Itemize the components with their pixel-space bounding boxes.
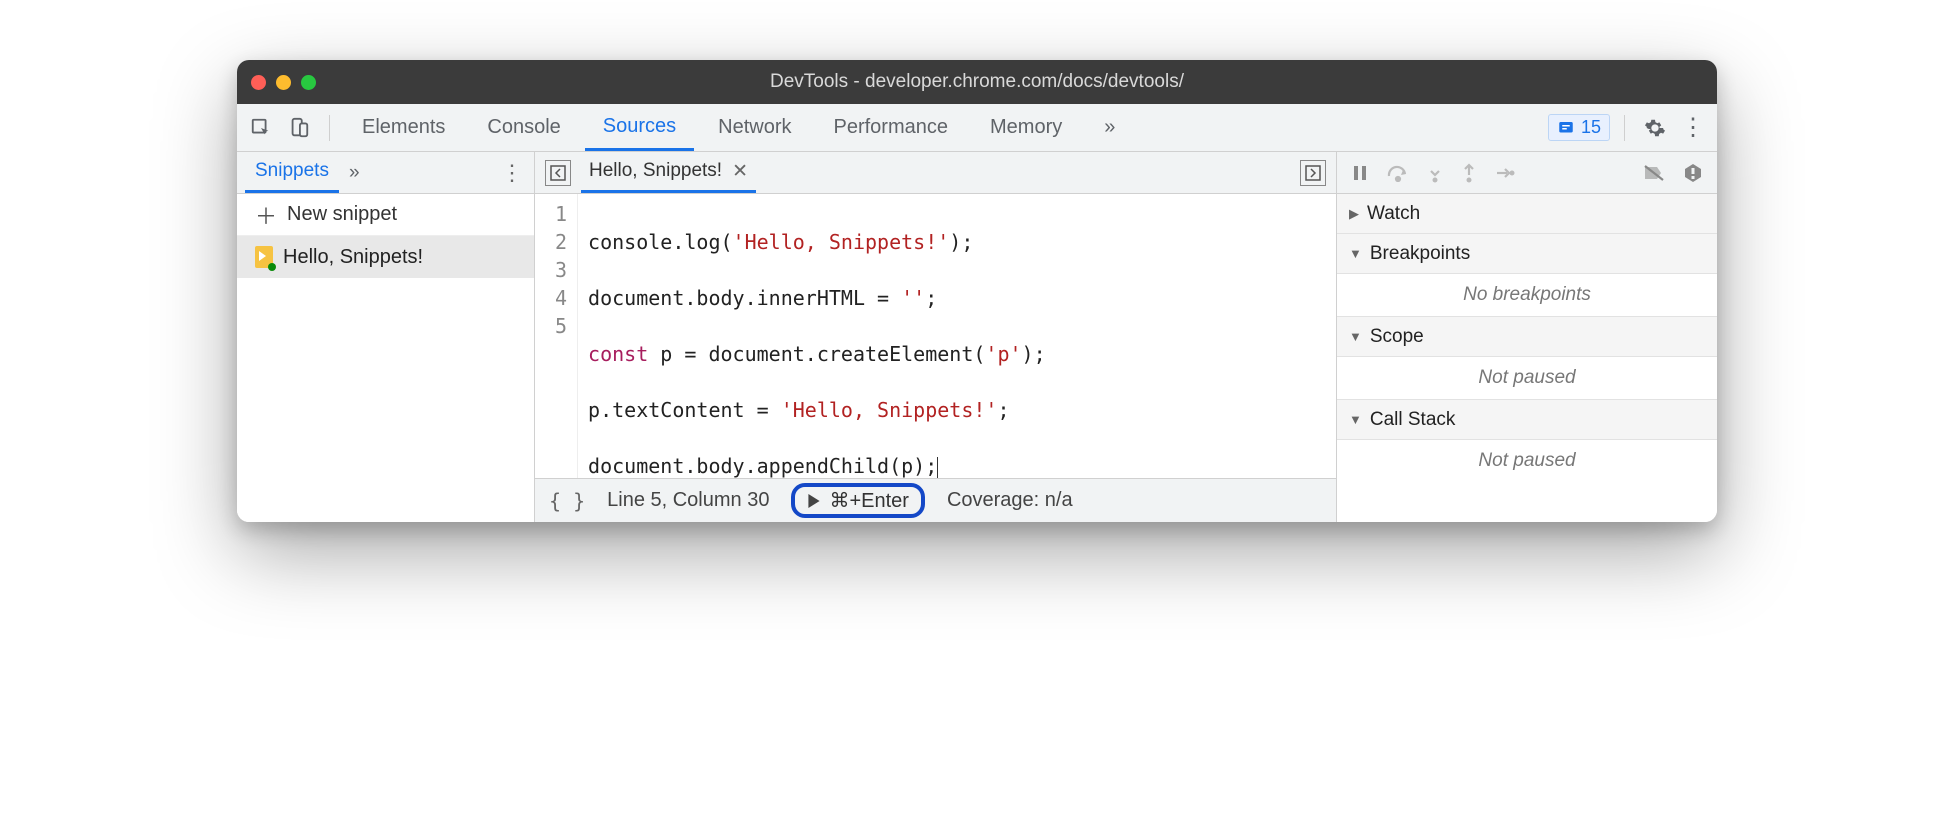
- editor-tabbar: Hello, Snippets! ✕: [535, 152, 1336, 194]
- hide-navigator-icon[interactable]: [545, 160, 571, 186]
- sources-navigator: Snippets » ⋮ ＋ New snippet Hello, Snippe…: [237, 152, 535, 522]
- debugger-toolbar: [1337, 152, 1717, 194]
- code-content[interactable]: console.log('Hello, Snippets!'); documen…: [578, 194, 1056, 478]
- run-snippet-button[interactable]: ⌘+Enter: [791, 483, 924, 518]
- file-tab-label: Hello, Snippets!: [589, 160, 722, 182]
- new-snippet-button[interactable]: ＋ New snippet: [237, 194, 534, 236]
- devtools-body: Snippets » ⋮ ＋ New snippet Hello, Snippe…: [237, 152, 1717, 522]
- pause-on-exceptions-icon[interactable]: [1683, 163, 1703, 183]
- disclosure-triangle-icon: ▶: [1349, 206, 1359, 222]
- tab-performance[interactable]: Performance: [816, 104, 967, 151]
- cursor-position: Line 5, Column 30: [607, 489, 769, 512]
- devtools-window: DevTools - developer.chrome.com/docs/dev…: [237, 60, 1717, 522]
- navigator-overflow-icon[interactable]: »: [339, 152, 370, 193]
- close-window-icon[interactable]: [251, 75, 266, 90]
- file-tab-hello-snippets[interactable]: Hello, Snippets! ✕: [581, 152, 756, 193]
- disclosure-triangle-icon: ▼: [1349, 246, 1362, 261]
- scope-section-title: Scope: [1370, 326, 1424, 348]
- deactivate-breakpoints-icon[interactable]: [1643, 164, 1665, 182]
- disclosure-triangle-icon: ▼: [1349, 329, 1362, 344]
- callstack-section-body: Not paused: [1337, 440, 1717, 482]
- pretty-print-icon[interactable]: { }: [549, 489, 585, 513]
- plus-icon: ＋: [255, 199, 277, 231]
- snippet-item-label: Hello, Snippets!: [283, 246, 423, 269]
- editor-pane: Hello, Snippets! ✕ 1 2 3 4 5 console.log…: [535, 152, 1337, 522]
- issues-badge[interactable]: 15: [1548, 114, 1610, 141]
- line-number: 3: [555, 256, 567, 284]
- line-number: 1: [555, 200, 567, 228]
- step-out-icon[interactable]: [1461, 163, 1477, 183]
- fullscreen-window-icon[interactable]: [301, 75, 316, 90]
- show-debugger-icon[interactable]: [1300, 160, 1326, 186]
- snippets-tab[interactable]: Snippets: [245, 152, 339, 193]
- line-number: 4: [555, 284, 567, 312]
- coverage-status: Coverage: n/a: [947, 489, 1073, 512]
- navigator-menu-icon[interactable]: ⋮: [498, 160, 526, 186]
- tabs-overflow-icon[interactable]: »: [1086, 104, 1133, 151]
- traffic-lights: [251, 75, 316, 90]
- run-shortcut-label: ⌘+Enter: [829, 488, 908, 513]
- minimize-window-icon[interactable]: [276, 75, 291, 90]
- pause-icon[interactable]: [1351, 164, 1369, 182]
- tab-elements[interactable]: Elements: [344, 104, 463, 151]
- code-editor[interactable]: 1 2 3 4 5 console.log('Hello, Snippets!'…: [535, 194, 1336, 478]
- step-icon[interactable]: [1495, 165, 1515, 181]
- watch-section-header[interactable]: ▶ Watch: [1337, 194, 1717, 234]
- navigator-tabs: Snippets » ⋮: [237, 152, 534, 194]
- play-icon: [807, 494, 821, 508]
- window-title: DevTools - developer.chrome.com/docs/dev…: [237, 71, 1717, 93]
- inspect-element-icon[interactable]: [245, 112, 277, 144]
- line-number: 2: [555, 228, 567, 256]
- callstack-section-header[interactable]: ▼ Call Stack: [1337, 400, 1717, 440]
- tab-memory[interactable]: Memory: [972, 104, 1080, 151]
- tab-network[interactable]: Network: [700, 104, 809, 151]
- step-over-icon[interactable]: [1387, 164, 1409, 182]
- window-titlebar: DevTools - developer.chrome.com/docs/dev…: [237, 60, 1717, 104]
- line-gutter: 1 2 3 4 5: [535, 194, 578, 478]
- snippet-file-icon: [255, 246, 273, 268]
- watch-section-title: Watch: [1367, 203, 1420, 225]
- tab-sources[interactable]: Sources: [585, 104, 694, 151]
- line-number: 5: [555, 312, 567, 340]
- disclosure-triangle-icon: ▼: [1349, 412, 1362, 427]
- tab-console[interactable]: Console: [469, 104, 578, 151]
- divider: [1624, 115, 1625, 141]
- callstack-section-title: Call Stack: [1370, 409, 1456, 431]
- breakpoints-section-title: Breakpoints: [1370, 243, 1470, 265]
- text-cursor: [937, 457, 938, 479]
- device-toggle-icon[interactable]: [283, 112, 315, 144]
- divider: [329, 115, 330, 141]
- breakpoints-section-body: No breakpoints: [1337, 274, 1717, 317]
- breakpoints-section-header[interactable]: ▼ Breakpoints: [1337, 234, 1717, 274]
- settings-gear-icon[interactable]: [1639, 112, 1671, 144]
- main-tabstrip: Elements Console Sources Network Perform…: [237, 104, 1717, 152]
- issues-count-text: 15: [1581, 117, 1601, 138]
- scope-section-header[interactable]: ▼ Scope: [1337, 317, 1717, 357]
- editor-statusbar: { } Line 5, Column 30 ⌘+Enter Coverage: …: [535, 478, 1336, 522]
- kebab-menu-icon[interactable]: ⋮: [1677, 112, 1709, 144]
- snippet-item[interactable]: Hello, Snippets!: [237, 236, 534, 278]
- close-tab-icon[interactable]: ✕: [732, 160, 748, 183]
- new-snippet-label: New snippet: [287, 203, 397, 226]
- debugger-pane: ▶ Watch ▼ Breakpoints No breakpoints ▼ S…: [1337, 152, 1717, 522]
- scope-section-body: Not paused: [1337, 357, 1717, 400]
- step-into-icon[interactable]: [1427, 163, 1443, 183]
